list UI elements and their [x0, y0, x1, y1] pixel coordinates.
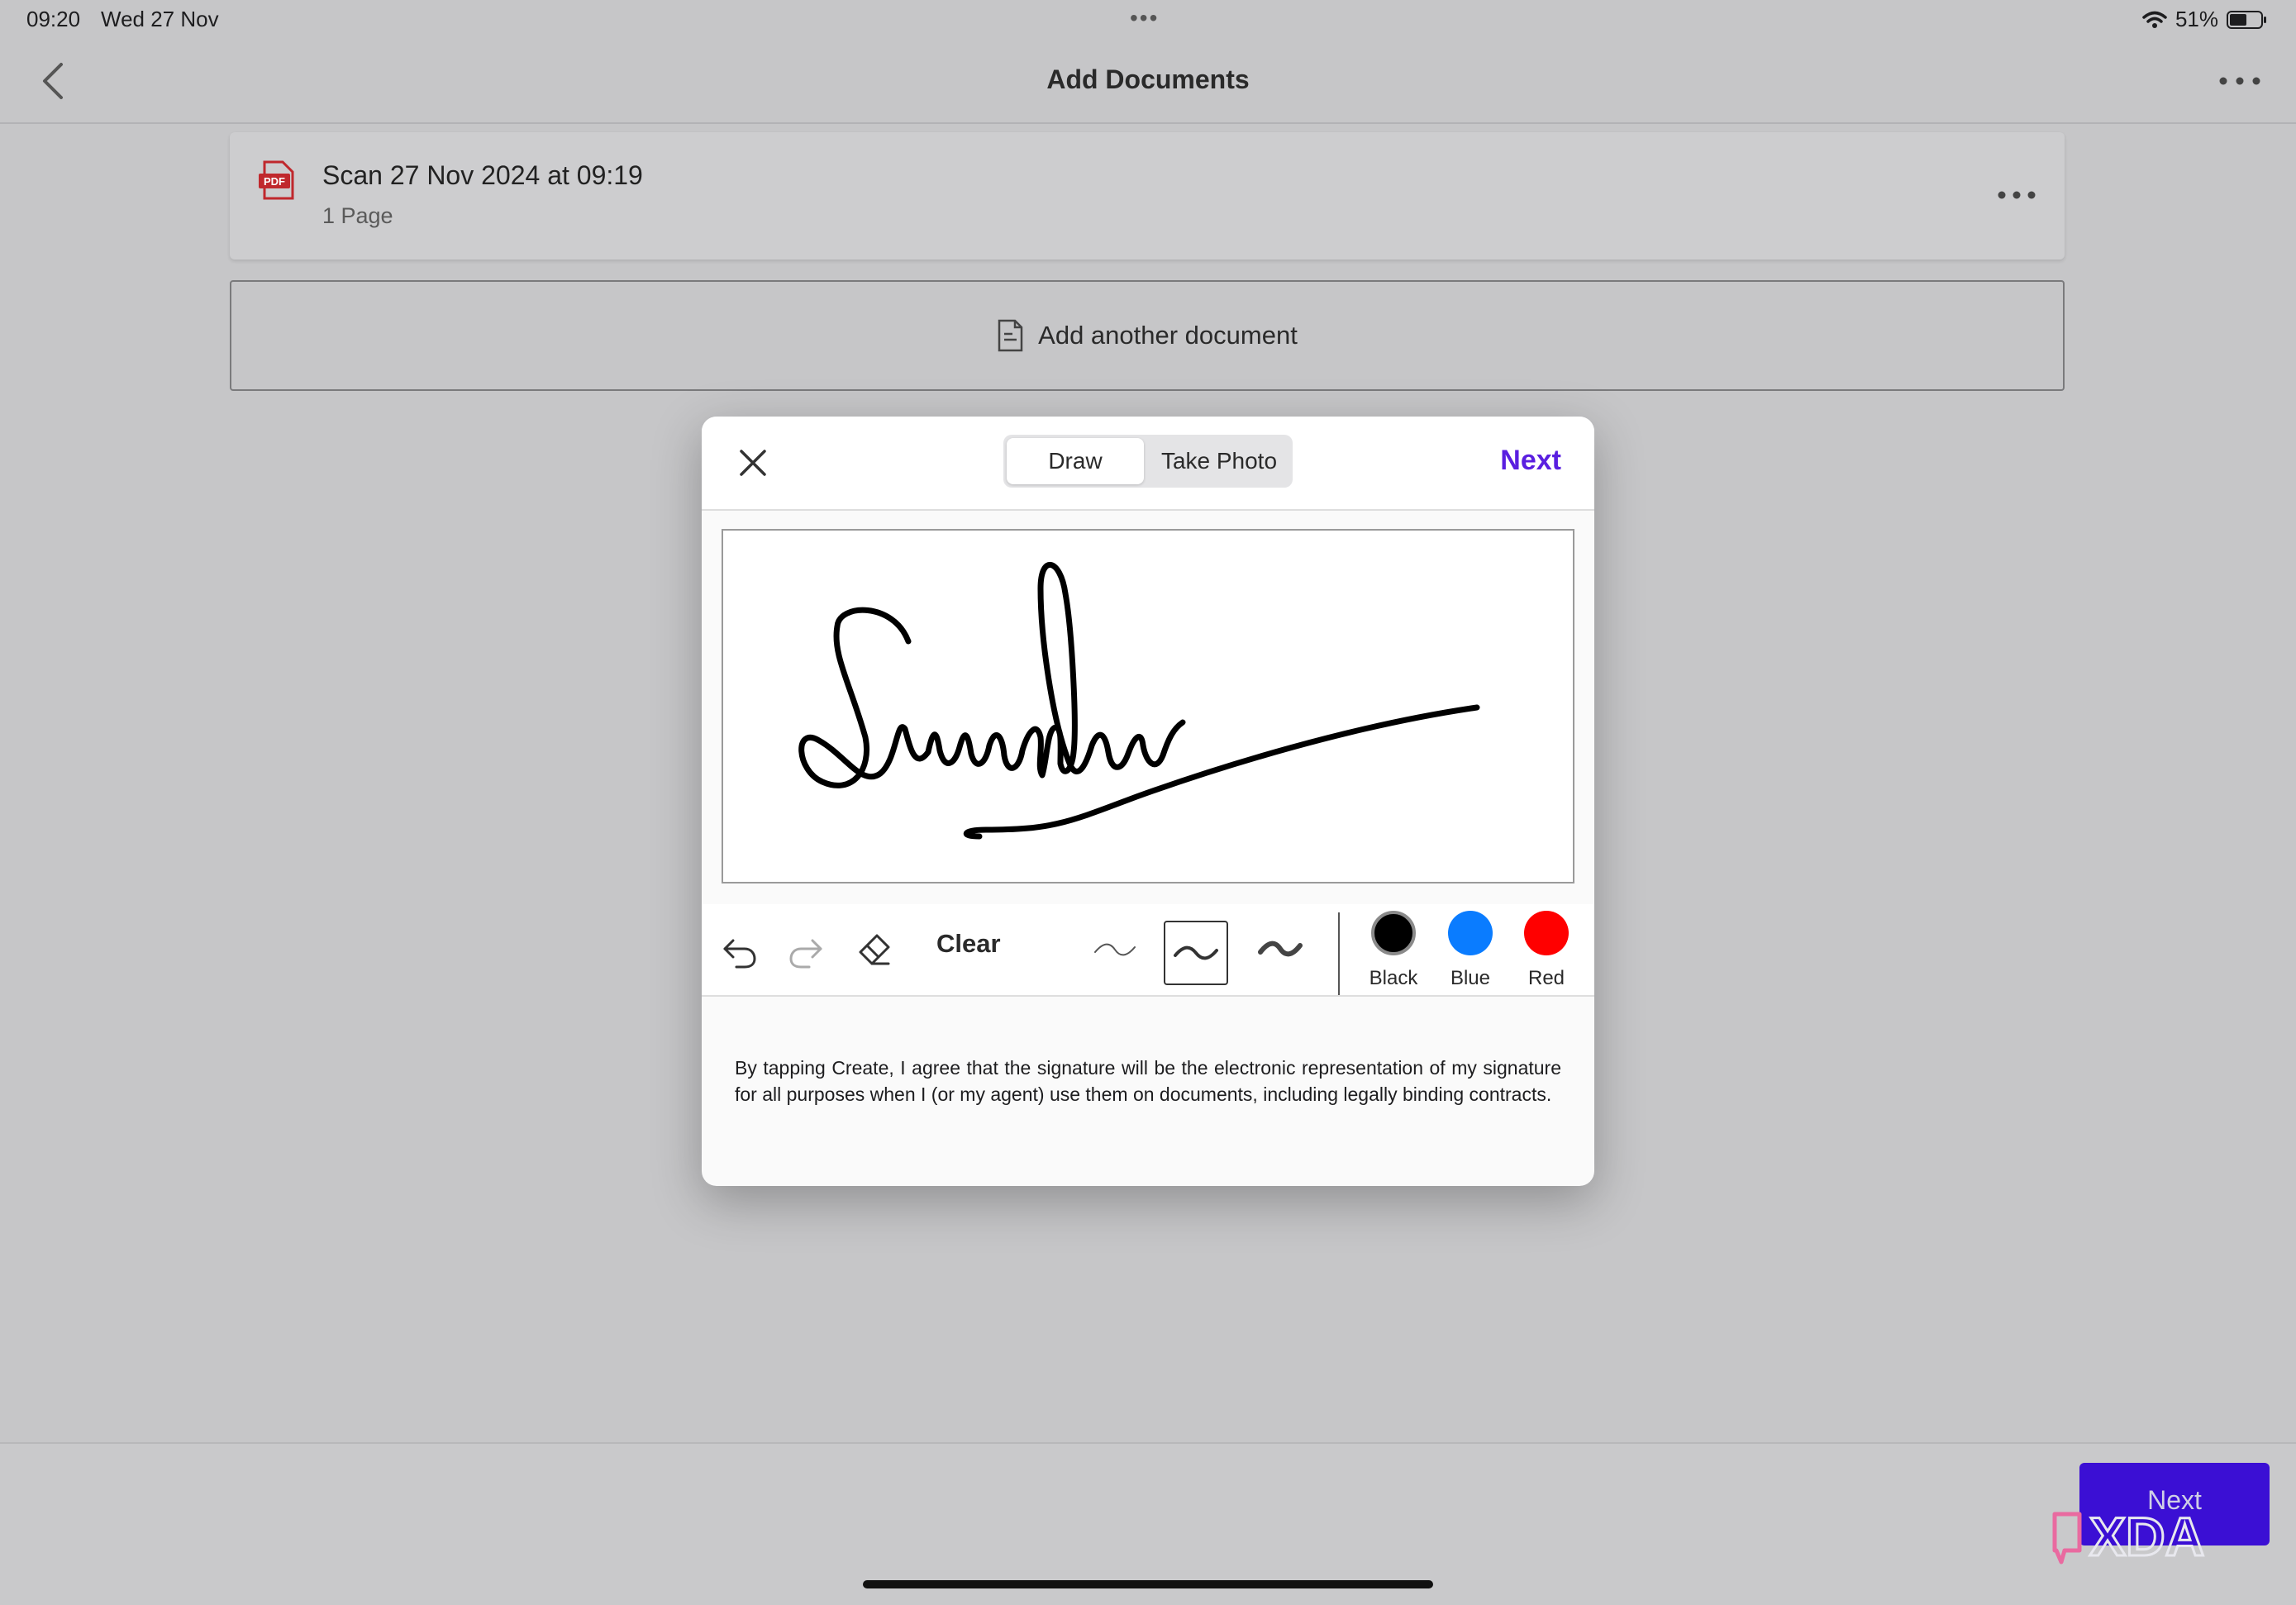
page-title: Add Documents [1046, 64, 1250, 94]
undo-icon[interactable] [722, 936, 758, 969]
color-blue-label: Blue [1450, 967, 1491, 989]
tab-take-photo[interactable]: Take Photo [1149, 438, 1289, 484]
multitasking-dots-icon[interactable]: ••• [1130, 5, 1159, 31]
add-another-document-button[interactable]: Add another document [230, 280, 2065, 391]
stroke-medium-icon [1174, 945, 1218, 960]
stroke-medium-button[interactable] [1164, 921, 1228, 985]
status-time: 09:20 [26, 7, 81, 31]
status-date: Wed 27 Nov [101, 7, 219, 31]
pdf-icon-label: PDF [264, 175, 285, 188]
xda-watermark-logo: XDA [2052, 1505, 2206, 1569]
xda-watermark-text: XDA [2089, 1506, 2204, 1567]
drawing-toolbar: Clear Black Blue Red [702, 904, 1594, 997]
tab-draw[interactable]: Draw [1007, 438, 1144, 484]
home-indicator [863, 1580, 1433, 1588]
stroke-thick-icon[interactable] [1257, 934, 1303, 964]
mode-segmented-control: Draw Take Photo [1003, 435, 1293, 488]
toolbar-divider [1338, 912, 1340, 995]
battery-icon [2227, 10, 2266, 29]
signature-modal: Draw Take Photo Next Clear Black Blue Re… [702, 417, 1594, 1186]
modal-header: Draw Take Photo Next [702, 417, 1594, 511]
signature-disclaimer: By tapping Create, I agree that the sign… [735, 1057, 1561, 1105]
clear-button[interactable]: Clear [936, 929, 1001, 959]
modal-next-button[interactable]: Next [1500, 445, 1561, 477]
pdf-file-icon: PDF [259, 160, 294, 200]
signature-drawing [798, 561, 1480, 840]
battery-percent: 51% [2175, 7, 2218, 31]
document-icon [998, 319, 1023, 352]
document-page-count: 1 Page [322, 203, 393, 228]
document-card[interactable]: PDF Scan 27 Nov 2024 at 09:19 1 Page [230, 132, 2065, 260]
color-black-label: Black [1369, 967, 1418, 989]
navigation-bar: Add Documents [0, 40, 2296, 124]
color-blue-swatch[interactable] [1448, 911, 1493, 955]
status-bar: 09:20 Wed 27 Nov ••• 51% [0, 0, 2296, 40]
document-name: Scan 27 Nov 2024 at 09:19 [322, 160, 643, 190]
color-red-label: Red [1527, 967, 1565, 989]
status-indicators: 51% [2142, 7, 2268, 32]
color-black-swatch[interactable] [1371, 911, 1416, 955]
redo-icon[interactable] [788, 936, 824, 969]
close-icon[interactable] [736, 446, 769, 479]
color-red-swatch[interactable] [1524, 911, 1569, 955]
more-options-icon[interactable] [2217, 64, 2263, 98]
add-another-document-label: Add another document [1038, 321, 1298, 350]
wifi-icon [2142, 11, 2167, 28]
document-more-icon[interactable] [1997, 180, 2036, 210]
eraser-icon[interactable] [855, 931, 893, 969]
signature-canvas[interactable] [722, 529, 1574, 883]
stroke-thin-icon[interactable] [1092, 936, 1138, 964]
